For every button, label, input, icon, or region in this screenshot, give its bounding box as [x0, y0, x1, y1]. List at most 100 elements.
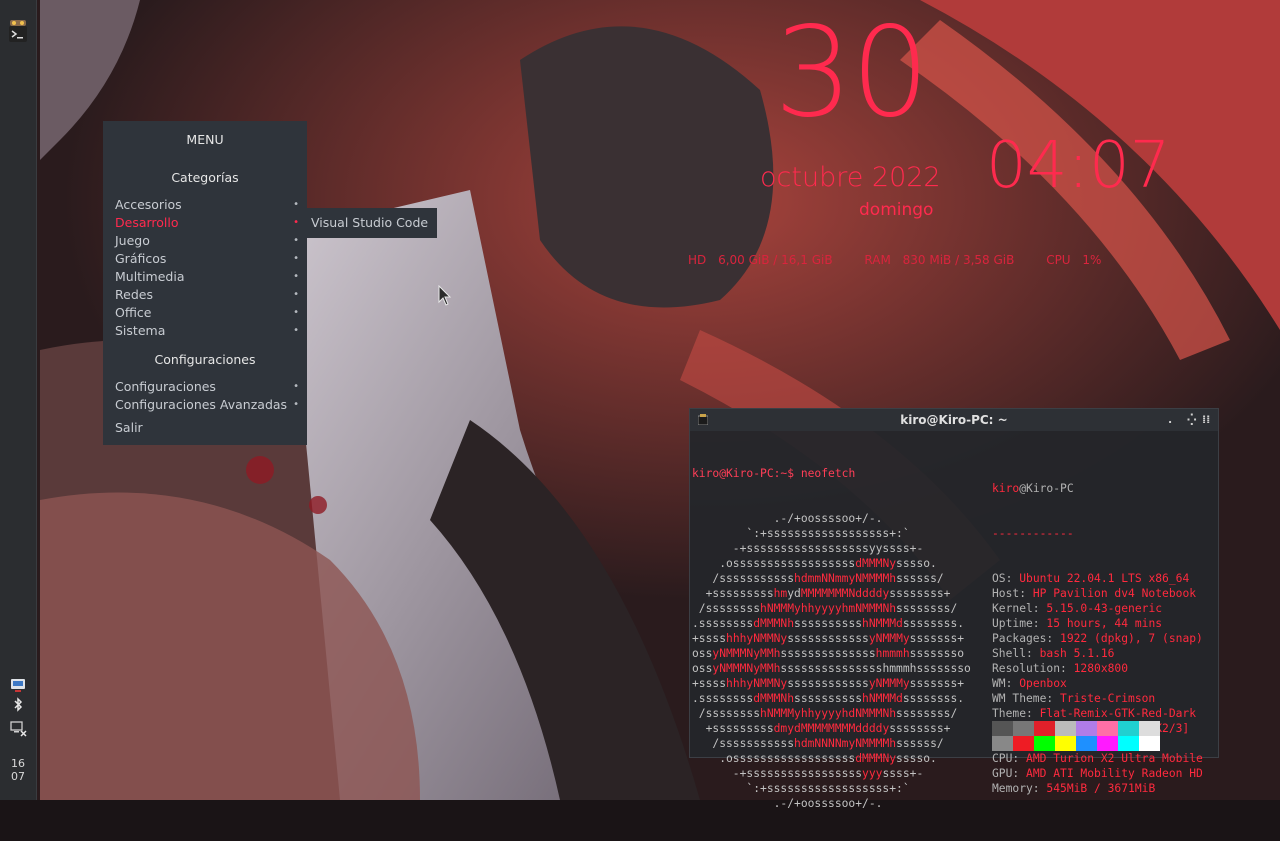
palette-swatch — [1076, 721, 1097, 736]
neofetch-info-line: Resolution: 1280x800 — [992, 661, 1203, 676]
ascii-segment: ssssssssss — [794, 692, 863, 705]
neofetch-info-value: Openbox — [1019, 677, 1067, 690]
ascii-segment: ssssssssss — [794, 617, 863, 630]
submenu-arrow-icon: • — [293, 381, 299, 392]
neofetch-info-key: Theme: — [992, 707, 1040, 720]
menu-item-label: Configuraciones Avanzadas — [115, 397, 288, 412]
neofetch-info-value: 15 hours, 44 mins — [1046, 617, 1163, 630]
neofetch-info-line: Packages: 1922 (dpkg), 7 (snap) — [992, 631, 1203, 646]
menu-item-label: Multimedia — [115, 269, 185, 284]
ascii-segment: ssss+- — [882, 767, 924, 780]
ascii-segment: ssssssssssss — [787, 677, 869, 690]
submenu-arrow-icon: • — [293, 235, 299, 246]
submenu-arrow-icon: • — [293, 253, 299, 264]
display-icon[interactable] — [9, 676, 27, 694]
menu-item-sistema[interactable]: Sistema • — [115, 322, 299, 340]
ascii-segment: dmydMMMMMMMMddddy — [773, 722, 890, 735]
root-menu: MENU Categorías Accesorios • Desarrollo • … — [103, 121, 307, 445]
submenu-arrow-icon: • — [293, 399, 299, 410]
ascii-segment: ssssssssssssssshmmmhssssssso — [780, 662, 971, 675]
menu-item-multimedia[interactable]: Multimedia • — [115, 268, 299, 286]
menu-item-desarrollo[interactable]: Desarrollo • — [115, 214, 299, 232]
neofetch-info-line: WM: Openbox — [992, 676, 1203, 691]
terminal-window[interactable]: kiro@Kiro-PC: ~ . ⁛ ⁞⁞ kiro@Kiro-PC:~$ n… — [689, 408, 1219, 810]
neofetch-info-key: WM Theme: — [992, 692, 1061, 705]
close-button[interactable]: ⁞⁞ — [1202, 409, 1210, 431]
maximize-button[interactable]: ⁛ — [1187, 409, 1197, 431]
panel-clock-hour: 16 — [11, 757, 25, 770]
menu-section-categories: Categorías — [171, 170, 239, 185]
menu-item-configuraciones[interactable]: Configuraciones • — [115, 378, 299, 396]
menu-item-label: Accesorios — [115, 197, 182, 212]
terminal-titlebar[interactable]: kiro@Kiro-PC: ~ . ⁛ ⁞⁞ — [690, 409, 1218, 431]
ascii-segment: hm — [773, 587, 788, 600]
conky-month-year: octubre 2022 — [760, 162, 941, 193]
ascii-segment: dMMMNy — [855, 752, 897, 765]
ascii-segment: /sssssssssss — [692, 572, 795, 585]
menu-item-configuraciones-avanzadas[interactable]: Configuraciones Avanzadas • — [115, 396, 299, 414]
neofetch-info-value: 1922 (dpkg), 7 (snap) — [1060, 632, 1203, 645]
neofetch-info-key: GPU: — [992, 767, 1027, 780]
panel-clock[interactable]: 16 07 — [0, 757, 36, 783]
neofetch-info-key: Packages: — [992, 632, 1061, 645]
ascii-line: +sssssssssdmydMMMMMMMMddddyssssssss+ — [692, 721, 971, 736]
ascii-segment: hNMMMd — [862, 617, 903, 630]
neofetch-info-value: Flat-Remix-GTK-Red-Dark — [1039, 707, 1197, 720]
conky-day: 30 — [774, 1, 930, 145]
neofetch-user: kiro — [992, 482, 1020, 495]
ascii-segment: hdmmNNmmyNMMMMh — [794, 572, 897, 585]
minimize-button[interactable]: . — [1168, 409, 1172, 431]
conky-weekday: domingo — [859, 200, 934, 220]
ascii-segment: +sssssssss — [692, 587, 774, 600]
terminal-icon[interactable] — [7, 20, 29, 44]
ascii-segment: .ssssssss — [692, 617, 754, 630]
submenu-item-visual-studio-code[interactable]: Visual Studio Code — [307, 215, 428, 230]
palette-swatch — [1055, 721, 1076, 736]
bluetooth-icon[interactable] — [9, 696, 27, 714]
neofetch-info-value: 5.15.0-43-generic — [1046, 602, 1163, 615]
neofetch-info-value: Triste-Crimson — [1060, 692, 1156, 705]
ascii-segment: dMMMNy — [855, 557, 897, 570]
ascii-segment: dMMMNh — [753, 617, 795, 630]
neofetch-info-line: Uptime: 15 hours, 44 mins — [992, 616, 1203, 631]
ascii-segment: .ossssssssssssssssss — [692, 557, 856, 570]
menu-item-label: Configuraciones — [115, 379, 216, 394]
menu-item-label: Redes — [115, 287, 153, 302]
menu-item-graficos[interactable]: Gráficos • — [115, 250, 299, 268]
ascii-segment: ssssssso — [909, 647, 965, 660]
ascii-segment: ssssss/ — [896, 737, 944, 750]
submenu-arrow-icon: • — [293, 199, 299, 210]
terminal-output[interactable]: kiro@Kiro-PC:~$ neofetch .-/+oossssoo+/-… — [692, 436, 971, 841]
conky-hd-label: HD — [688, 253, 707, 267]
ascii-line: .-/+oossssoo+/-. — [692, 511, 971, 526]
neofetch-info-value: Ubuntu 22.04.1 LTS x86_64 — [1019, 572, 1190, 585]
palette-swatch — [1013, 736, 1034, 751]
menu-item-salir[interactable]: Salir — [115, 419, 295, 437]
submenu-arrow-icon: • — [293, 271, 299, 282]
palette-swatch — [1076, 736, 1097, 751]
neofetch-info-line: Host: HP Pavilion dv4 Notebook — [992, 586, 1203, 601]
palette-swatch — [1139, 736, 1160, 751]
side-panel: 16 07 — [0, 0, 37, 800]
neofetch-separator: ------------ — [992, 527, 1074, 540]
palette-swatch — [1139, 721, 1160, 736]
neofetch-info-line: GPU: AMD ATI Mobility Radeon HD — [992, 766, 1203, 781]
menu-item-office[interactable]: Office • — [115, 304, 299, 322]
ascii-line: -+ssssssssssssssssssyyssss+- — [692, 541, 971, 556]
menu-item-redes[interactable]: Redes • — [115, 286, 299, 304]
ascii-segment: /ssssssss — [692, 707, 761, 720]
terminal-command: neofetch — [794, 467, 856, 480]
submenu-arrow-icon: • — [293, 325, 299, 336]
submenu-arrow-icon: • — [293, 217, 299, 228]
palette-swatch — [1055, 736, 1076, 751]
menu-item-label: Sistema — [115, 323, 166, 338]
ascii-segment: hhhyNMMNy — [726, 632, 788, 645]
network-disconnected-icon[interactable] — [9, 719, 27, 737]
ascii-line: +sssshhhyNMMNyssssssssssssyNMMMysssssss+ — [692, 631, 971, 646]
menu-item-juego[interactable]: Juego • — [115, 232, 299, 250]
menu-item-accesorios[interactable]: Accesorios • — [115, 196, 299, 214]
neofetch-info-key: Memory: — [992, 782, 1047, 795]
ascii-line: /ssssssssssshdmmNNmmyNMMMMhssssss/ — [692, 571, 971, 586]
submenu-arrow-icon: • — [293, 307, 299, 318]
ascii-segment: +ssss — [692, 677, 727, 690]
